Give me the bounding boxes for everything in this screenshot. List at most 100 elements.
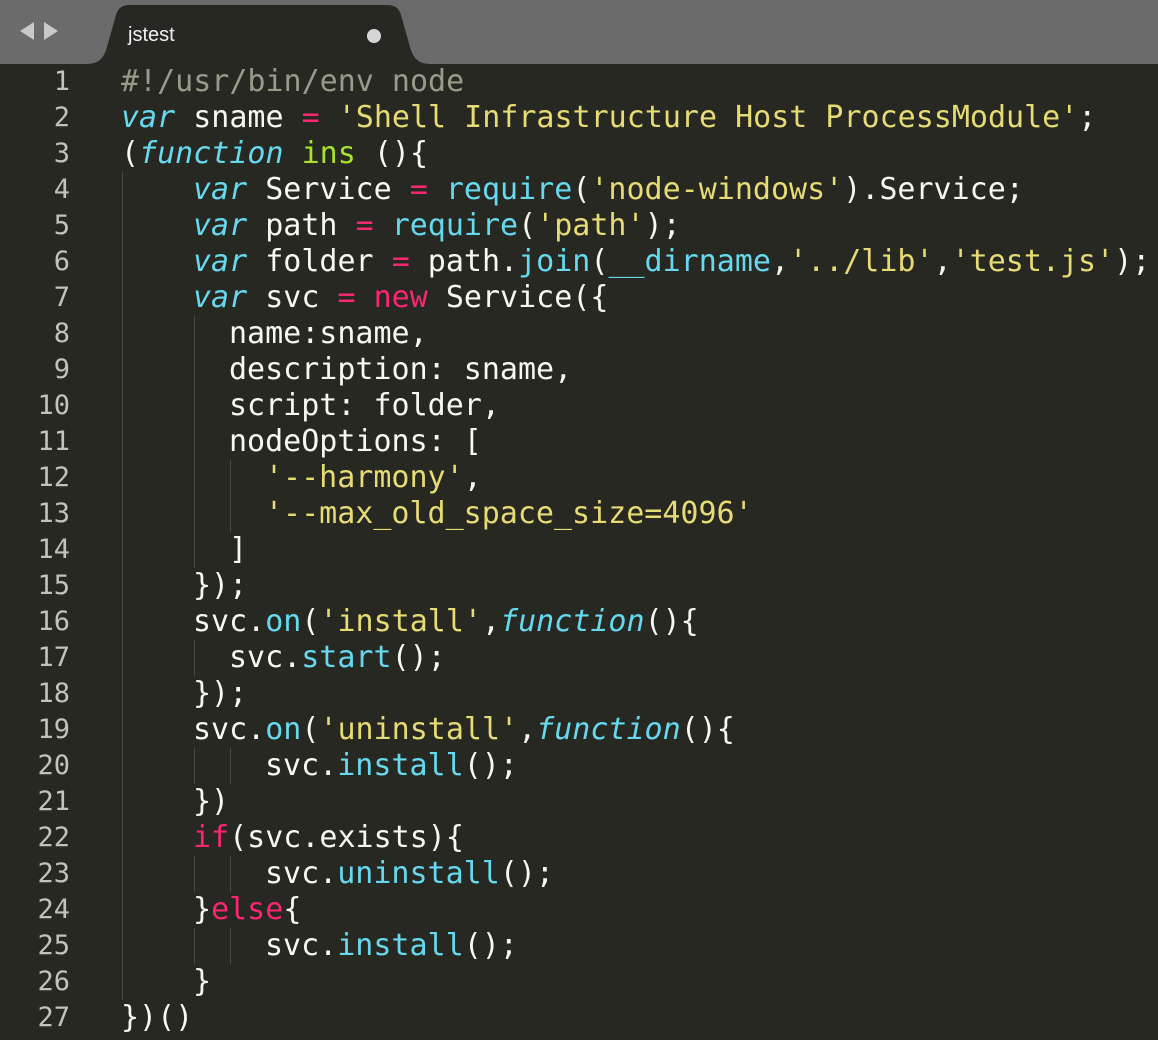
code-line[interactable]: description: sname, <box>229 352 572 388</box>
unsaved-dot-icon[interactable] <box>367 29 381 43</box>
code-token: svc. <box>193 712 266 747</box>
code-token: '--max_old_space_size=4096' <box>265 496 753 531</box>
code-token: 'uninstall' <box>319 712 519 747</box>
indent-guide <box>194 496 195 532</box>
code-line[interactable]: nodeOptions: [ <box>229 424 482 460</box>
indent-guide <box>122 208 123 244</box>
code-token: require <box>445 172 573 207</box>
code-line[interactable]: } <box>193 964 211 1000</box>
code-line[interactable]: if(svc.exists){ <box>193 820 464 856</box>
code-line[interactable]: #!/usr/bin/env node <box>121 64 464 100</box>
indent-guide <box>122 892 123 928</box>
code-token: , <box>771 244 790 279</box>
code-line[interactable]: }) <box>193 784 229 820</box>
code-token: , <box>933 244 952 279</box>
code-token: ( <box>301 712 320 747</box>
code-token: }); <box>193 676 248 711</box>
code-token: , <box>463 460 482 495</box>
indent-guide <box>122 676 123 712</box>
indent-guide <box>122 388 123 424</box>
code-token: ( <box>301 604 320 639</box>
code-token: uninstall <box>337 856 500 891</box>
code-line[interactable]: name:sname, <box>229 316 428 352</box>
code-token: var <box>193 208 248 243</box>
code-token: ).Service; <box>843 172 1024 207</box>
code-token: start <box>301 640 392 675</box>
indent-guide <box>194 856 195 892</box>
code-token: = <box>409 172 428 207</box>
code-token: = <box>337 280 356 315</box>
code-token: svc <box>247 280 338 315</box>
indent-guide <box>122 460 123 496</box>
code-token: '../lib' <box>789 244 934 279</box>
code-line[interactable]: }else{ <box>193 892 301 928</box>
code-line[interactable]: script: folder, <box>229 388 500 424</box>
triangle-left-icon[interactable] <box>20 22 34 40</box>
code-token: script: folder, <box>229 388 500 423</box>
code-line[interactable]: svc.start(); <box>229 640 446 676</box>
code-line[interactable]: '--harmony', <box>265 460 482 496</box>
code-token: ; <box>1078 100 1097 135</box>
code-token: ] <box>229 532 248 567</box>
indent-guide <box>122 748 123 784</box>
code-area[interactable]: #!/usr/bin/env node var sname = 'Shell In… <box>0 64 1158 1040</box>
indent-guide <box>122 568 123 604</box>
code-token: var <box>193 172 248 207</box>
code-token: name:sname, <box>229 316 428 351</box>
indent-guide <box>230 496 231 532</box>
code-token: else <box>211 892 284 927</box>
code-token: (){ <box>355 136 429 171</box>
code-line[interactable]: '--max_old_space_size=4096' <box>265 496 753 532</box>
code-line[interactable]: svc.on('uninstall',function(){ <box>193 712 735 748</box>
code-token: '--harmony' <box>265 460 464 495</box>
code-token: ( <box>121 136 140 171</box>
indent-guide <box>194 748 195 784</box>
code-token: Service <box>247 172 410 207</box>
code-line[interactable]: var Service = require('node-windows').Se… <box>193 172 1024 208</box>
code-line[interactable]: svc.install(); <box>265 928 518 964</box>
code-line[interactable]: var svc = new Service({ <box>193 280 608 316</box>
code-line[interactable]: }); <box>193 676 247 712</box>
code-line[interactable]: var path = require('path'); <box>193 208 681 244</box>
code-token: on <box>265 604 302 639</box>
triangle-right-icon[interactable] <box>44 22 58 40</box>
code-token: path <box>247 208 356 243</box>
code-line[interactable]: var sname = 'Shell Infrastructure Host P… <box>121 100 1096 136</box>
code-token: (); <box>463 928 518 963</box>
code-token: (); <box>499 856 554 891</box>
code-token: }) <box>193 784 230 819</box>
code-token: ( <box>572 172 591 207</box>
code-token: 'test.js' <box>951 244 1115 279</box>
code-token: var <box>193 244 248 279</box>
code-line[interactable]: }); <box>193 568 247 604</box>
code-line[interactable]: svc.on('install',function(){ <box>193 604 699 640</box>
code-line[interactable]: ] <box>229 532 247 568</box>
code-token: function <box>500 604 645 639</box>
code-line[interactable]: svc.install(); <box>265 748 518 784</box>
code-line[interactable]: var folder = path.join(__dirname,'../lib… <box>193 244 1150 280</box>
indent-guide <box>122 280 123 316</box>
indent-guide <box>194 316 195 352</box>
code-token: , <box>518 712 537 747</box>
code-token: svc. <box>229 640 302 675</box>
indent-guide <box>122 964 123 1000</box>
file-tab[interactable]: jstest <box>86 5 431 64</box>
code-line[interactable]: svc.uninstall(); <box>265 856 554 892</box>
code-token: 'Shell Infrastructure Host ProcessModule… <box>337 100 1079 135</box>
code-line[interactable]: })() <box>121 1000 193 1036</box>
code-token: ( <box>518 208 537 243</box>
indent-guide <box>122 712 123 748</box>
indent-guide <box>194 928 195 964</box>
indent-guide <box>122 784 123 820</box>
code-token: svc. <box>265 928 338 963</box>
code-token: } <box>193 964 212 999</box>
code-token: Service({ <box>427 280 609 315</box>
indent-guide <box>122 640 123 676</box>
code-token: nodeOptions: [ <box>229 424 482 459</box>
code-token: if <box>193 820 230 855</box>
code-line[interactable]: (function ins (){ <box>121 136 428 172</box>
code-token: __dirname <box>608 244 771 279</box>
